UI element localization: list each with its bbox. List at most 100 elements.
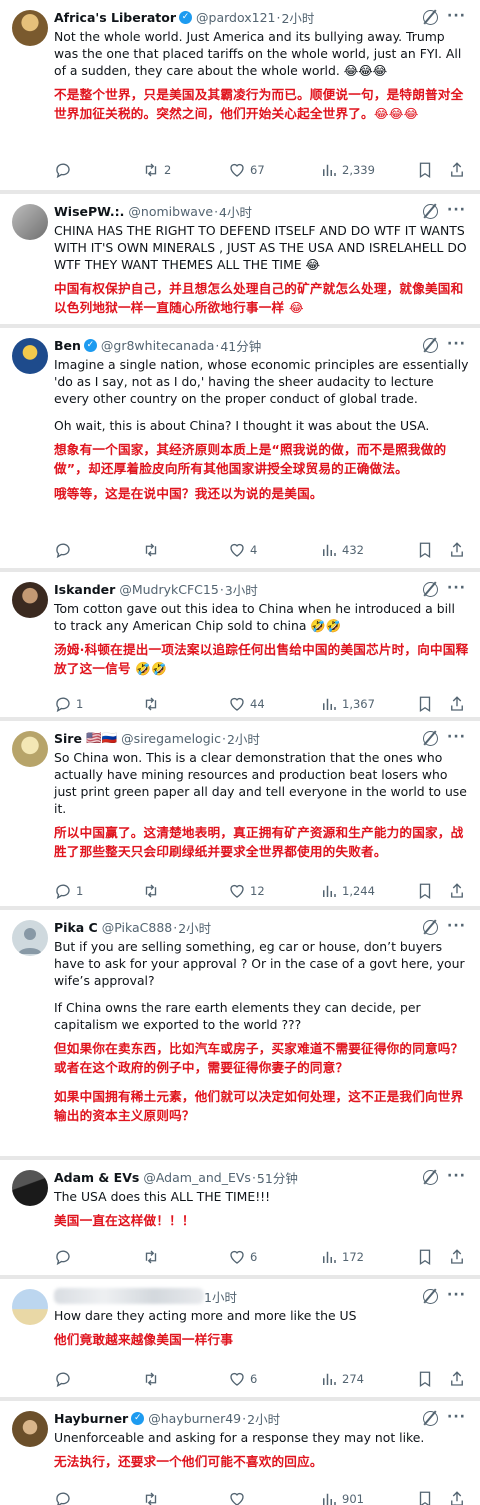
repost-button[interactable] — [142, 1490, 228, 1505]
views-button[interactable]: 274 — [320, 1370, 415, 1388]
avatar[interactable] — [12, 204, 48, 240]
like-button[interactable]: 4 — [228, 541, 320, 559]
repost-button[interactable] — [142, 541, 228, 559]
more-options-icon[interactable]: ··· — [447, 8, 466, 24]
grok-icon[interactable] — [423, 338, 438, 353]
author-name[interactable]: Africa's Liberator — [54, 10, 176, 25]
bookmark-icon[interactable] — [416, 541, 434, 559]
avatar[interactable] — [12, 731, 48, 767]
repost-button[interactable] — [142, 695, 228, 713]
grok-icon[interactable] — [423, 204, 438, 219]
views-button[interactable]: 432 — [320, 541, 415, 559]
reply-button[interactable] — [54, 1370, 142, 1388]
reply-tweet[interactable]: Ben ✓ @gr8whitecanada · 41分钟 ··· Imagine… — [0, 328, 480, 568]
views-button[interactable]: 172 — [320, 1248, 415, 1266]
author-handle[interactable]: @hayburner49 — [148, 1411, 241, 1426]
timestamp[interactable]: 2小时 — [247, 1409, 280, 1428]
share-icon[interactable] — [448, 695, 466, 713]
avatar[interactable] — [12, 1289, 48, 1325]
timestamp[interactable]: 4小时 — [219, 202, 252, 221]
like-button[interactable]: 6 — [228, 1248, 320, 1266]
author-name[interactable]: Adam & EVs — [54, 1170, 139, 1185]
reply-button[interactable]: 1 — [54, 695, 142, 713]
like-button[interactable]: 67 — [228, 161, 320, 179]
bookmark-icon[interactable] — [416, 1370, 434, 1388]
author-name[interactable]: Hayburner — [54, 1411, 128, 1426]
bookmark-icon[interactable] — [416, 161, 434, 179]
grok-icon[interactable] — [423, 731, 438, 746]
reply-tweet[interactable]: Pika C @PikaC888 · 2小时 ··· But if you ar… — [0, 910, 480, 1156]
reply-button[interactable] — [54, 1248, 142, 1266]
reply-button[interactable] — [54, 1490, 142, 1505]
share-icon[interactable] — [448, 1248, 466, 1266]
repost-button[interactable] — [142, 882, 228, 900]
timestamp[interactable]: 2小时 — [178, 918, 211, 937]
like-button[interactable]: 6 — [228, 1370, 320, 1388]
grok-icon[interactable] — [423, 1170, 438, 1185]
avatar[interactable] — [12, 1411, 48, 1447]
bookmark-icon[interactable] — [416, 1490, 434, 1505]
repost-button[interactable] — [142, 1248, 228, 1266]
grok-icon[interactable] — [423, 10, 438, 25]
bookmark-icon[interactable] — [416, 882, 434, 900]
grok-icon[interactable] — [423, 920, 438, 935]
views-button[interactable]: 901 — [320, 1490, 415, 1505]
share-icon[interactable] — [448, 161, 466, 179]
like-button[interactable] — [228, 1490, 320, 1505]
like-button[interactable]: 12 — [228, 882, 320, 900]
share-icon[interactable] — [448, 1490, 466, 1505]
reply-button[interactable] — [54, 541, 142, 559]
bookmark-icon[interactable] — [416, 1248, 434, 1266]
author-handle[interactable]: @PikaC888 — [102, 920, 173, 935]
more-options-icon[interactable]: ··· — [447, 1287, 466, 1303]
views-button[interactable]: 2,339 — [320, 161, 415, 179]
timestamp[interactable]: 2小时 — [227, 729, 260, 748]
reply-tweet[interactable]: WisePW.:. @nomibwave · 4小时 ··· CHINA HAS… — [0, 194, 480, 324]
author-name[interactable]: Pika C — [54, 920, 98, 935]
avatar[interactable] — [12, 920, 48, 956]
more-options-icon[interactable]: ··· — [447, 918, 466, 934]
grok-icon[interactable] — [423, 582, 438, 597]
author-handle[interactable]: @siregamelogic — [121, 731, 221, 746]
reply-tweet[interactable]: Adam & EVs @Adam_and_EVs · 51分钟 ··· The … — [0, 1160, 480, 1275]
more-options-icon[interactable]: ··· — [447, 202, 466, 218]
author-handle[interactable]: @Adam_and_EVs — [143, 1170, 251, 1185]
avatar[interactable] — [12, 582, 48, 618]
timestamp[interactable]: 51分钟 — [257, 1168, 298, 1187]
more-options-icon[interactable]: ··· — [447, 1168, 466, 1184]
share-icon[interactable] — [448, 541, 466, 559]
share-icon[interactable] — [448, 1370, 466, 1388]
author-name[interactable]: Sire — [54, 731, 82, 746]
grok-icon[interactable] — [423, 1411, 438, 1426]
repost-button[interactable] — [142, 1370, 228, 1388]
reply-button[interactable]: 1 — [54, 882, 142, 900]
reply-tweet[interactable]: Africa's Liberator ✓ @pardox121 · 2小时 ··… — [0, 0, 480, 190]
bookmark-icon[interactable] — [416, 695, 434, 713]
more-options-icon[interactable]: ··· — [447, 1409, 466, 1425]
author-handle[interactable]: @nomibwave — [128, 204, 213, 219]
reply-tweet[interactable]: Sire 🇺🇸🇷🇺 @siregamelogic · 2小时 ··· So Ch… — [0, 721, 480, 906]
grok-icon[interactable] — [423, 1289, 438, 1304]
avatar[interactable] — [12, 10, 48, 46]
timestamp[interactable]: 1小时 — [204, 1287, 237, 1306]
like-button[interactable]: 44 — [228, 695, 320, 713]
avatar[interactable] — [12, 338, 48, 374]
views-button[interactable]: 1,244 — [320, 882, 415, 900]
reply-button[interactable] — [54, 161, 142, 179]
author-name[interactable]: Ben — [54, 338, 81, 353]
more-options-icon[interactable]: ··· — [447, 580, 466, 596]
timestamp[interactable]: 41分钟 — [220, 336, 261, 355]
author-handle[interactable]: @MudrykCFC15 — [119, 582, 218, 597]
more-options-icon[interactable]: ··· — [447, 729, 466, 745]
timestamp[interactable]: 2小时 — [281, 8, 314, 27]
reply-tweet[interactable]: 1小时 ··· How dare they acting more and mo… — [0, 1279, 480, 1397]
views-button[interactable]: 1,367 — [320, 695, 415, 713]
avatar[interactable] — [12, 1170, 48, 1206]
repost-button[interactable]: 2 — [142, 161, 228, 179]
author-handle[interactable]: @pardox121 — [196, 10, 275, 25]
reply-tweet[interactable]: Hayburner ✓ @hayburner49 · 2小时 ··· Unenf… — [0, 1401, 480, 1505]
author-name[interactable]: Iskander — [54, 582, 115, 597]
timestamp[interactable]: 3小时 — [225, 580, 258, 599]
author-name[interactable]: WisePW.:. — [54, 204, 124, 219]
author-handle[interactable]: @gr8whitecanada — [101, 338, 214, 353]
